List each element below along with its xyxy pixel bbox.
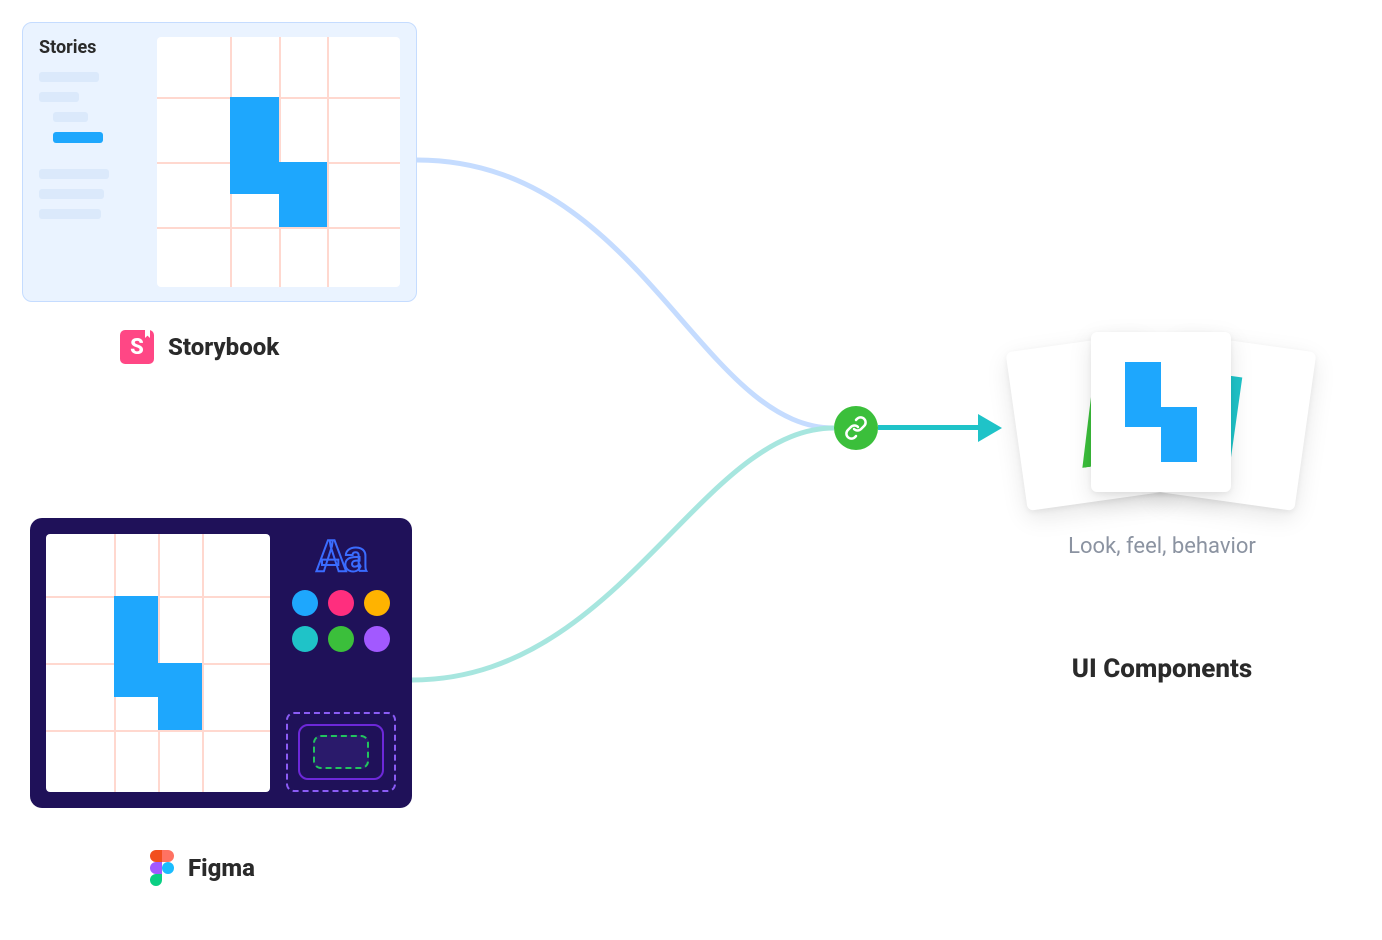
- sidebar-placeholder: [39, 72, 99, 82]
- storybook-panel: Stories: [22, 22, 417, 302]
- color-swatch: [364, 626, 390, 652]
- color-swatch: [292, 626, 318, 652]
- figma-typography-sample: Aa: [286, 534, 396, 578]
- storybook-label-row: S Storybook: [120, 330, 279, 364]
- sidebar-placeholder: [39, 169, 109, 179]
- figma-panel: Aa: [30, 518, 412, 808]
- output-caption: Look, feel, behavior: [1012, 534, 1312, 559]
- figma-color-swatches: [286, 590, 396, 652]
- card-shape-icon: [1116, 362, 1206, 462]
- sidebar-placeholder-active: [53, 132, 103, 143]
- storybook-logo-letter: S: [130, 335, 144, 360]
- storybook-canvas: [157, 37, 400, 287]
- sidebar-placeholder: [39, 189, 104, 199]
- storybook-sidebar: Stories: [39, 37, 139, 287]
- color-swatch: [328, 590, 354, 616]
- output-heading: UI Components: [1012, 654, 1312, 684]
- figma-side-panel: Aa: [286, 534, 396, 792]
- figma-label-row: Figma: [150, 850, 255, 886]
- color-swatch: [328, 626, 354, 652]
- sidebar-placeholder: [39, 209, 101, 219]
- color-swatch: [364, 590, 390, 616]
- figma-frame-selection: [286, 712, 396, 792]
- arrow-line: [878, 425, 982, 430]
- link-icon: [834, 406, 878, 450]
- storybook-sidebar-title: Stories: [39, 37, 139, 58]
- storybook-logo-icon: S: [120, 330, 154, 364]
- sidebar-placeholder: [53, 112, 88, 122]
- figma-logo-icon: [150, 850, 174, 886]
- arrow-head-icon: [978, 414, 1002, 442]
- output-card-front: [1091, 332, 1231, 492]
- storybook-label: Storybook: [168, 333, 279, 361]
- output-card-stack: [1016, 332, 1306, 512]
- figma-label: Figma: [188, 854, 255, 882]
- sidebar-placeholder: [39, 92, 79, 102]
- color-swatch: [292, 590, 318, 616]
- figma-canvas: [46, 534, 270, 792]
